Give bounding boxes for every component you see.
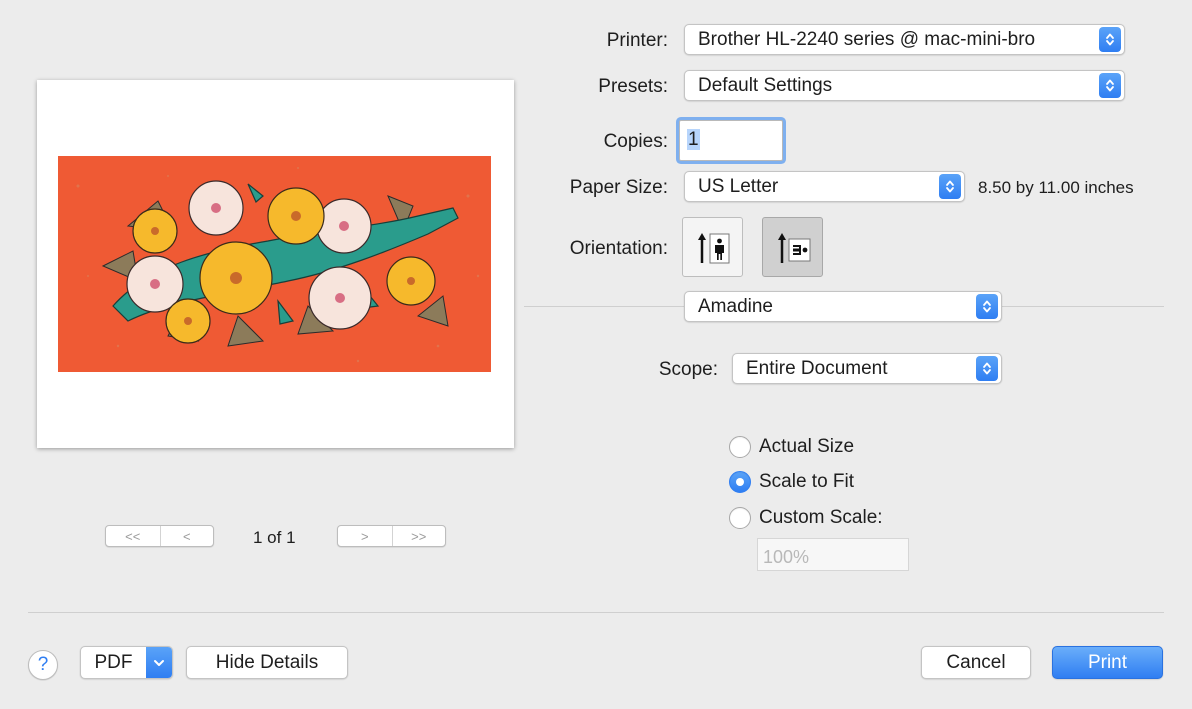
print-preview-page (37, 80, 514, 448)
scope-value: Entire Document (746, 357, 888, 379)
orientation-portrait-button[interactable] (682, 217, 743, 277)
updown-arrows-icon (976, 294, 998, 319)
printer-label: Printer: (606, 30, 668, 51)
scope-label: Scope: (658, 359, 718, 380)
next-page-button[interactable]: > (338, 526, 392, 546)
portrait-person-icon (697, 233, 729, 264)
cancel-button[interactable]: Cancel (921, 646, 1031, 679)
updown-arrows-icon (1099, 73, 1121, 98)
chevron-down-icon[interactable] (146, 647, 172, 678)
updown-arrows-icon (976, 356, 998, 381)
radio-scale-to-fit-label: Scale to Fit (759, 471, 855, 492)
first-page-button[interactable]: << (106, 526, 160, 546)
orientation-label: Orientation: (569, 238, 668, 259)
paper-size-label: Paper Size: (569, 177, 668, 198)
last-page-button[interactable]: >> (391, 526, 446, 546)
radio-indicator[interactable] (729, 436, 751, 458)
presets-label: Presets: (598, 76, 668, 97)
artwork-illustration (76, 167, 480, 363)
preview-nav-forward-group: > >> (337, 525, 446, 547)
presets-value: Default Settings (698, 74, 833, 96)
copies-label: Copies: (603, 131, 668, 152)
scope-popup[interactable]: Entire Document (732, 353, 1002, 384)
radio-actual-size-label: Actual Size (759, 436, 855, 457)
previous-page-button[interactable]: < (159, 526, 214, 546)
paper-size-description: 8.50 by 11.00 inches (978, 178, 1134, 197)
radio-indicator[interactable] (729, 471, 751, 493)
presets-popup[interactable]: Default Settings (684, 70, 1125, 101)
preview-nav-back-group: << < (105, 525, 214, 547)
hide-details-button[interactable]: Hide Details (186, 646, 348, 679)
radio-actual-size[interactable]: Actual Size (729, 436, 854, 458)
orientation-landscape-button[interactable] (762, 217, 823, 277)
app-section-popup[interactable]: Amadine (684, 291, 1002, 322)
radio-indicator[interactable] (729, 507, 751, 529)
landscape-person-icon (777, 233, 810, 263)
radio-custom-scale[interactable]: Custom Scale: (729, 507, 883, 529)
pdf-menu-button[interactable]: PDF (80, 646, 173, 679)
custom-scale-field[interactable]: 100% (757, 538, 909, 571)
updown-arrows-icon (939, 174, 961, 199)
pdf-label: PDF (94, 651, 133, 673)
printer-popup[interactable]: Brother HL-2240 series @ mac-mini-bro (684, 24, 1125, 55)
footer-divider (28, 612, 1164, 613)
printer-value: Brother HL-2240 series @ mac-mini-bro (698, 28, 1036, 50)
paper-size-popup[interactable]: US Letter (684, 171, 965, 202)
paper-size-value: US Letter (698, 175, 779, 197)
updown-arrows-icon (1099, 27, 1121, 52)
radio-scale-to-fit[interactable]: Scale to Fit (729, 471, 854, 493)
artwork-alligator-hibiscus (58, 156, 491, 372)
copies-field[interactable]: 1 (679, 120, 783, 161)
radio-custom-scale-label: Custom Scale: (759, 507, 883, 528)
help-button[interactable]: ? (28, 650, 58, 680)
help-icon: ? (37, 654, 49, 675)
app-section-value: Amadine (698, 295, 773, 317)
copies-value: 1 (687, 129, 700, 150)
page-counter: 1 of 1 (253, 528, 296, 547)
print-button[interactable]: Print (1052, 646, 1163, 679)
